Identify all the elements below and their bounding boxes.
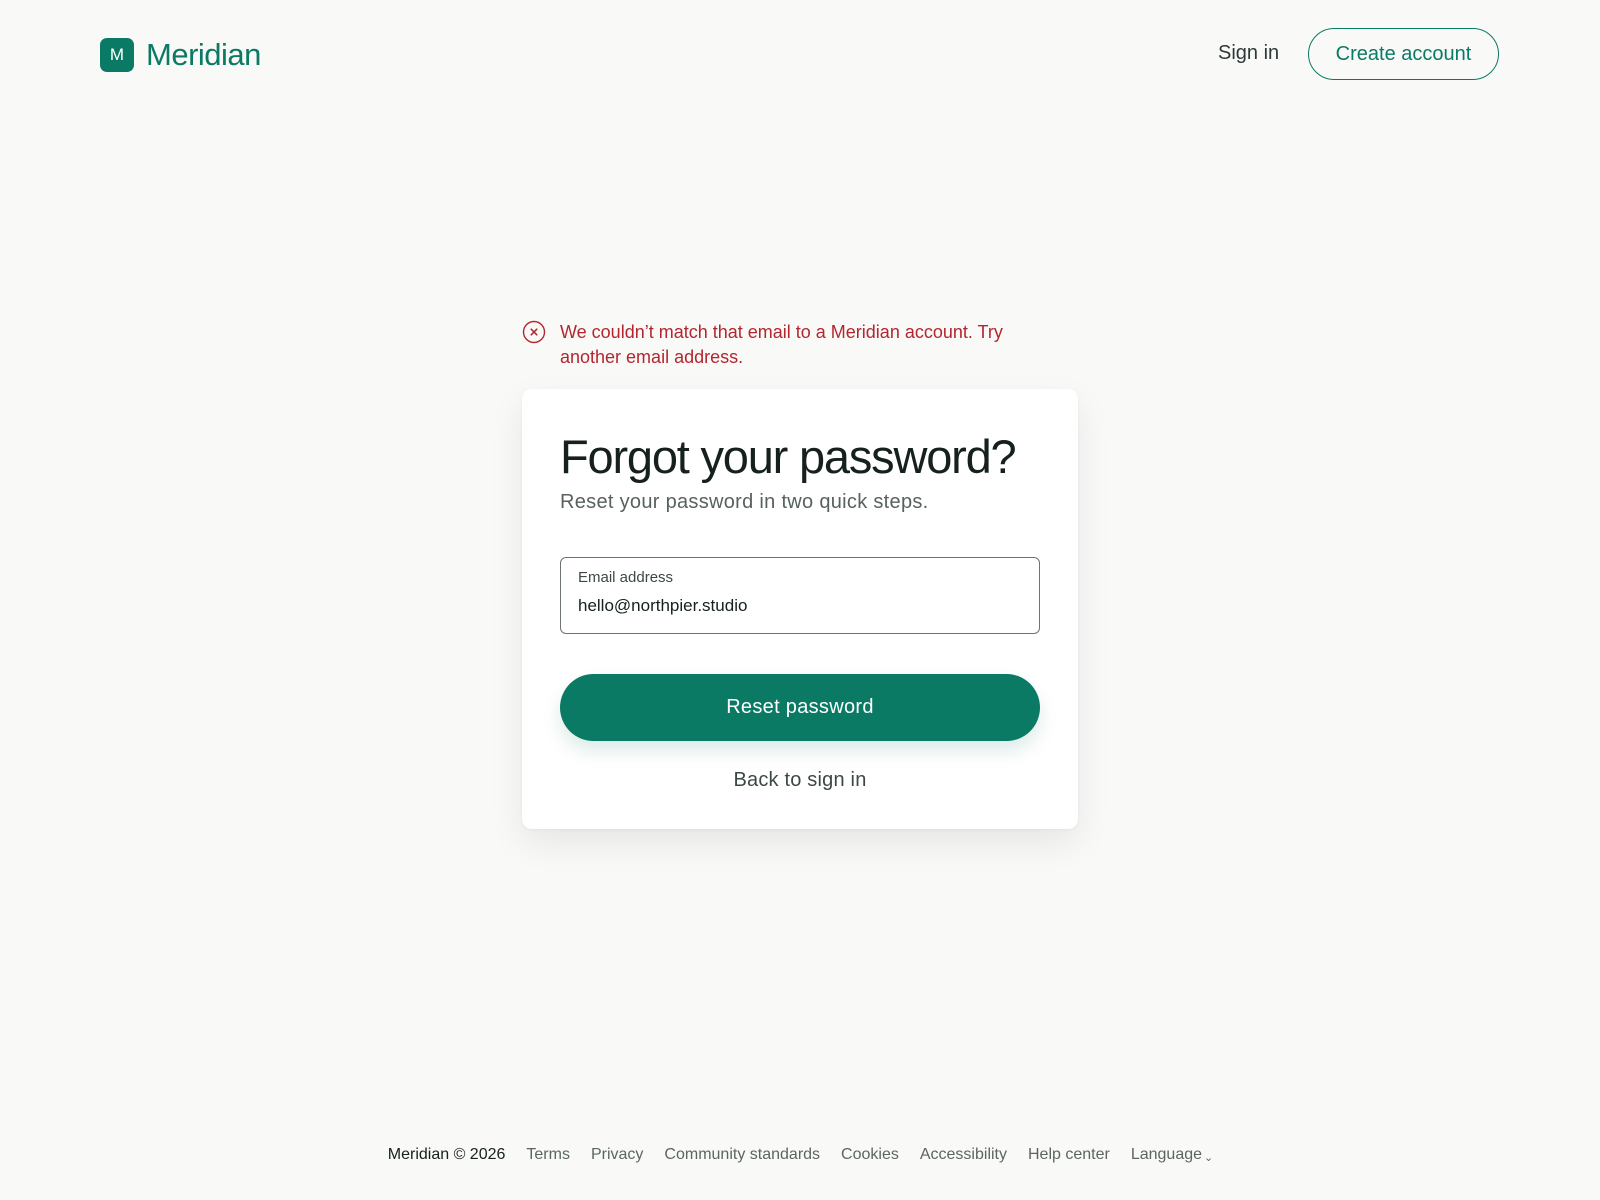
sign-in-link[interactable]: Sign in — [1218, 42, 1279, 65]
create-account-button[interactable]: Create account — [1308, 28, 1499, 80]
footer-link-community-standards[interactable]: Community standards — [664, 1146, 820, 1164]
page-subtitle: Reset your password in two quick steps. — [560, 491, 929, 513]
chevron-down-icon: ⌄ — [1204, 1152, 1214, 1164]
site-footer: Meridian © 2026 Terms Privacy Community … — [0, 1146, 1600, 1164]
footer-link-privacy[interactable]: Privacy — [591, 1146, 643, 1164]
language-selector[interactable]: Language ⌄ — [1131, 1146, 1213, 1164]
footer-link-terms[interactable]: Terms — [526, 1146, 570, 1164]
footer-link-accessibility[interactable]: Accessibility — [920, 1146, 1007, 1164]
error-message: We couldn’t match that email to a Meridi… — [522, 320, 1042, 370]
email-input[interactable] — [578, 596, 1018, 616]
reset-password-button[interactable]: Reset password — [560, 674, 1040, 741]
error-text: We couldn’t match that email to a Meridi… — [560, 322, 1003, 367]
footer-link-help-center[interactable]: Help center — [1028, 1146, 1110, 1164]
site-header: M Meridian Sign in Create account — [0, 0, 1600, 108]
back-to-sign-in-link[interactable]: Back to sign in — [560, 769, 1040, 792]
brand-logo[interactable]: M Meridian — [100, 37, 261, 73]
forgot-password-card: Forgot your password? Reset your passwor… — [522, 389, 1078, 829]
footer-link-cookies[interactable]: Cookies — [841, 1146, 899, 1164]
logo-mark-icon: M — [100, 38, 134, 72]
page-title: Forgot your password? — [560, 430, 1017, 483]
logo-wordmark: Meridian — [146, 37, 261, 72]
email-field[interactable]: Email address — [560, 557, 1040, 634]
error-circle-x-icon — [522, 320, 546, 344]
language-label: Language — [1130, 1146, 1203, 1163]
footer-copyright: Meridian © 2026 — [387, 1146, 506, 1163]
email-field-label: Email address — [578, 569, 674, 586]
